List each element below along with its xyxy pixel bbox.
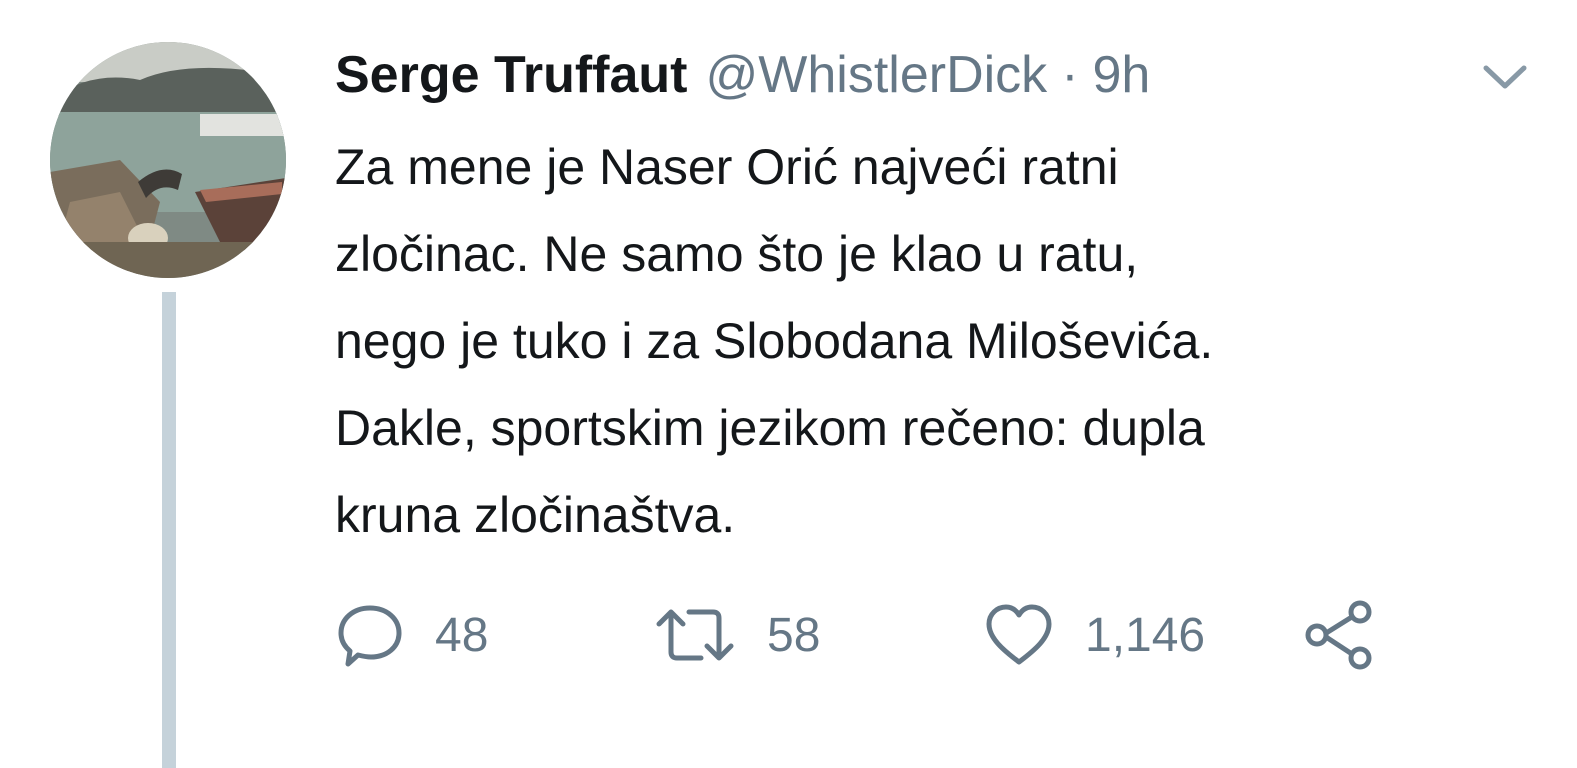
tweet-text: Za mene je Naser Orić najveći ratni zloč… [335, 124, 1535, 559]
chevron-down-icon [1483, 65, 1527, 89]
tweet-menu-button[interactable] [1478, 60, 1532, 96]
avatar-photo [50, 42, 286, 278]
tweet-actions: 48 58 1,146 [335, 592, 1395, 678]
retweet-count: 58 [767, 608, 821, 662]
author-handle[interactable]: @WhistlerDick [706, 45, 1048, 105]
tweet-header: Serge Truffaut @WhistlerDick · 9h [335, 40, 1150, 110]
tweet-text-line: nego je tuko i za Slobodana Miloševića. [335, 313, 1214, 369]
header-separator: · [1061, 46, 1079, 104]
reply-button[interactable]: 48 [335, 592, 488, 678]
reply-icon [338, 605, 402, 667]
heart-icon [986, 604, 1052, 665]
author-name[interactable]: Serge Truffaut [335, 45, 688, 105]
like-count: 1,146 [1085, 608, 1206, 662]
tweet-text-line: kruna zločinaštva. [335, 487, 736, 543]
tweet-text-line: Za mene je Naser Orić najveći ratni [335, 139, 1119, 195]
like-button[interactable]: 1,146 [983, 592, 1205, 678]
share-icon [1305, 600, 1372, 670]
reply-count: 48 [435, 608, 489, 662]
thread-line [162, 292, 176, 768]
tweet-text-line: zločinac. Ne samo što je klao u ratu, [335, 226, 1139, 282]
retweet-icon [656, 609, 734, 661]
tweet-timestamp[interactable]: 9h [1093, 45, 1151, 105]
share-button[interactable] [1303, 592, 1377, 678]
avatar[interactable] [50, 42, 286, 278]
tweet-text-line: Dakle, sportskim jezikom rečeno: dupla [335, 400, 1205, 456]
retweet-button[interactable]: 58 [653, 592, 820, 678]
